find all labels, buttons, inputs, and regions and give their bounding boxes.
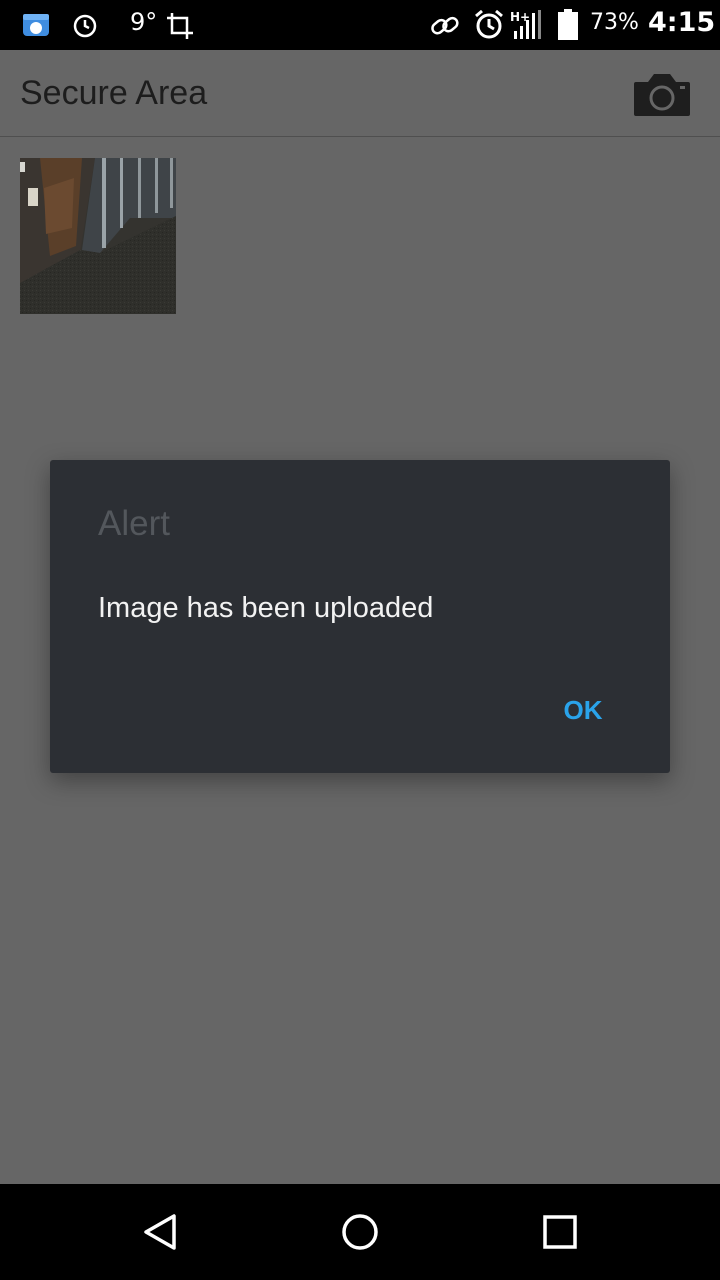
camera-button[interactable] <box>630 70 694 120</box>
photo-thumbnail[interactable] <box>20 158 176 314</box>
alarm-clock-icon <box>475 10 503 39</box>
dialog-title: Alert <box>98 504 170 543</box>
signal-icon: H+ <box>510 10 541 39</box>
home-icon[interactable] <box>340 1212 380 1252</box>
back-icon[interactable] <box>140 1212 180 1252</box>
ok-button[interactable]: OK <box>548 682 618 738</box>
app-bar: Secure Area <box>0 50 720 137</box>
battery-percent: 73% <box>590 10 639 35</box>
cloud-app-icon <box>23 14 49 36</box>
dialog-message: Image has been uploaded <box>98 592 434 624</box>
temperature-text: 9° <box>130 8 158 36</box>
camera-icon <box>634 74 690 116</box>
photo-image <box>20 158 176 314</box>
crop-icon <box>167 13 193 39</box>
clock: 4:15 <box>648 7 716 38</box>
status-bar: 9° H+ 73% 4:15 <box>0 0 720 50</box>
alert-dialog: Alert Image has been uploaded OK <box>50 460 670 773</box>
battery-icon <box>558 9 578 40</box>
navigation-bar <box>0 1184 720 1280</box>
link-icon <box>431 16 459 35</box>
alarm-icon <box>73 14 97 38</box>
page-title: Secure Area <box>20 74 208 112</box>
recents-icon[interactable] <box>542 1214 578 1250</box>
